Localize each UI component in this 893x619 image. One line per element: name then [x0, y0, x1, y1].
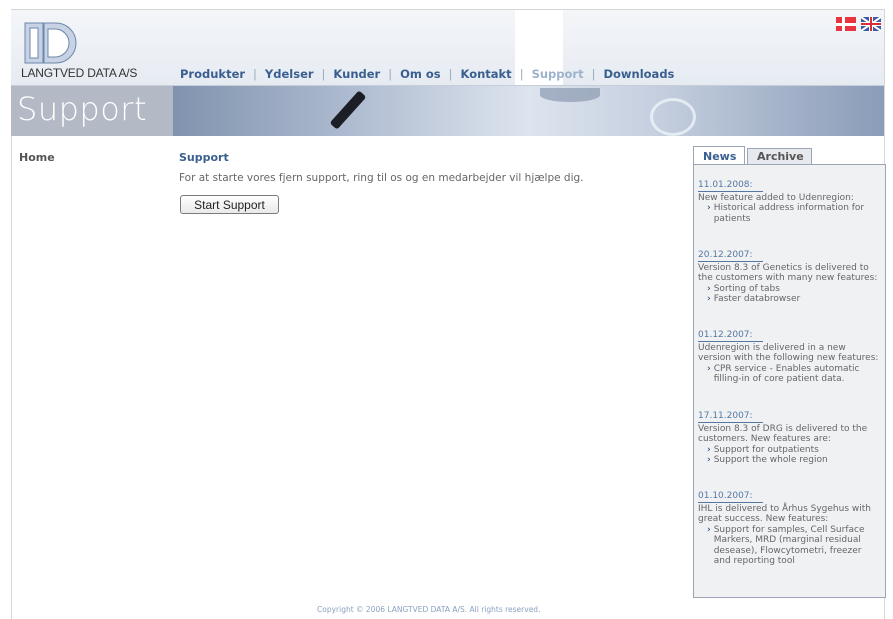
danish-flag-icon[interactable] [836, 17, 856, 31]
banner-photo [173, 86, 884, 136]
news-bullet: › CPR service - Enables automatic filling… [707, 364, 880, 385]
news-bullet-text: Sorting of tabs [713, 283, 780, 294]
news-bullet-text: Faster databrowser [713, 294, 801, 304]
nav-separator: | [448, 67, 453, 81]
nav-separator: | [591, 67, 596, 81]
page-title: Support [179, 151, 229, 164]
banner-phone-graphic [650, 98, 696, 136]
sidebar-item-home[interactable]: Home [19, 151, 55, 164]
news-bullet: › Support for samples, Cell Surface Marke… [707, 525, 880, 567]
news-bullet: › Support for outpatients [707, 445, 880, 456]
nav-ydelser[interactable]: Ydelser [265, 67, 314, 81]
nav-separator: | [321, 67, 326, 81]
news-text: Version 8.3 of DRG is delivered to the c… [698, 423, 868, 445]
news-item: 17.11.2007: Version 8.3 of DRG is delive… [698, 411, 880, 466]
arrow-right-icon: › [707, 203, 711, 213]
news-text: New feature added to Udenregion: [698, 192, 854, 203]
language-switcher [836, 17, 881, 31]
news-bullet-text: Support for samples, Cell Surface Marker… [713, 524, 865, 567]
news-item: 20.12.2007: Version 8.3 of Genetics is d… [698, 250, 880, 305]
news-bullets: › Sorting of tabs › Faster databrowser [707, 284, 880, 305]
company-name: LANGTVED DATA A/S [21, 66, 138, 80]
news-bullet-text: Historical address information for patie… [713, 203, 865, 224]
nav-support[interactable]: Support [532, 67, 584, 81]
news-date-link[interactable]: 11.01.2008: [698, 180, 763, 192]
news-bullet-text: Support the whole region [713, 455, 828, 465]
nav-separator: | [388, 67, 393, 81]
news-tabs: News Archive [693, 146, 812, 165]
start-support-button[interactable]: Start Support [180, 195, 279, 214]
news-bullets: › Support for outpatients › Support the wh… [707, 445, 880, 466]
support-description: For at starte vores fjern support, ring … [179, 172, 584, 184]
nav-kontakt[interactable]: Kontakt [460, 67, 511, 81]
news-item: 01.10.2007: IHL is delivered to Århus Sy… [698, 491, 880, 567]
tab-archive[interactable]: Archive [747, 148, 812, 165]
flag-cross [861, 23, 881, 25]
news-item: 01.12.2007: Udenregion is delivered in a… [698, 330, 880, 385]
nav-downloads[interactable]: Downloads [603, 67, 674, 81]
news-bullet: › Support the whole region [707, 455, 880, 466]
news-date-link[interactable]: 01.10.2007: [698, 491, 763, 503]
nav-separator: | [253, 67, 257, 81]
news-item: 11.01.2008: New feature added to Udenreg… [698, 180, 880, 224]
news-bullets: › Historical address information for pati… [707, 203, 880, 224]
news-text: Version 8.3 of Genetics is delivered to … [698, 262, 878, 284]
arrow-right-icon: › [707, 294, 711, 304]
arrow-right-icon: › [707, 444, 711, 455]
main-nav: Produkter | Ydelser | Kunder | Om os | K… [180, 67, 674, 81]
news-date-link[interactable]: 17.11.2007: [698, 411, 763, 423]
arrow-right-icon: › [707, 455, 711, 465]
news-bullet: › Sorting of tabs [707, 284, 880, 295]
tab-news[interactable]: News [693, 146, 745, 165]
banner-face-graphic [540, 88, 600, 102]
news-date-link[interactable]: 20.12.2007: [698, 250, 763, 262]
nav-om-os[interactable]: Om os [400, 67, 441, 81]
nav-separator: | [519, 67, 524, 81]
arrow-right-icon: › [707, 283, 711, 294]
nav-produkter[interactable]: Produkter [180, 67, 245, 81]
english-flag-icon[interactable] [861, 17, 881, 31]
nav-kunder[interactable]: Kunder [333, 67, 380, 81]
arrow-right-icon: › [707, 363, 711, 374]
news-bullets: › Support for samples, Cell Surface Marke… [707, 525, 880, 567]
news-bullets: › CPR service - Enables automatic filling… [707, 364, 880, 385]
news-date-link[interactable]: 01.12.2007: [698, 330, 763, 342]
news-text: IHL is delivered to Århus Sygehus with g… [698, 503, 871, 525]
company-logo[interactable] [24, 21, 78, 65]
arrow-right-icon: › [707, 524, 711, 535]
copyright-footer: Copyright © 2006 LANGTVED DATA A/S. All … [317, 605, 541, 614]
news-bullet-text: CPR service - Enables automatic filling-… [713, 363, 860, 385]
news-bullet-text: Support for outpatients [713, 444, 819, 455]
news-text: Udenregion is delivered in a new version… [698, 342, 879, 364]
news-bullet: › Historical address information for pati… [707, 203, 880, 224]
news-bullet: › Faster databrowser [707, 294, 880, 305]
banner-title: Support [17, 90, 147, 128]
